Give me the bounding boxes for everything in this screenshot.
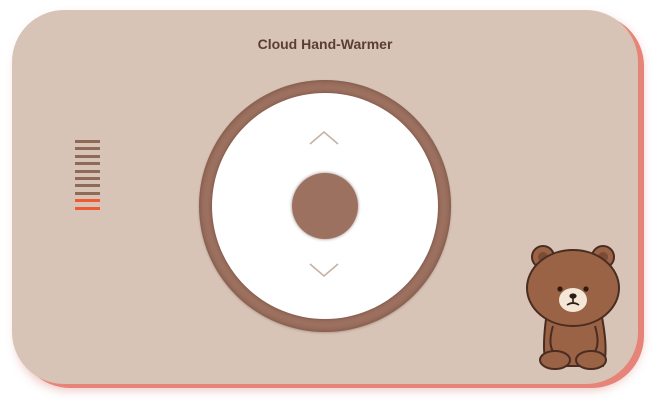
heat-segment <box>75 147 100 151</box>
dial-face <box>212 93 438 319</box>
brown-bear-icon <box>526 245 620 370</box>
hand-warmer-device: Cloud Hand-Warmer <box>12 10 638 384</box>
heat-segment-active <box>75 199 100 203</box>
heat-segment <box>75 154 100 158</box>
control-dial <box>199 80 451 332</box>
heat-segment-active <box>75 206 100 210</box>
device-title: Cloud Hand-Warmer <box>257 36 393 52</box>
heat-segment <box>75 184 100 188</box>
heat-segment <box>75 162 100 166</box>
heat-level-indicator <box>75 140 100 214</box>
heat-segment <box>75 176 100 180</box>
power-button[interactable] <box>292 173 358 239</box>
heat-segment <box>75 140 100 143</box>
heat-segment <box>75 169 100 173</box>
increase-button[interactable] <box>308 128 340 148</box>
heat-segment <box>75 191 100 195</box>
decrease-button[interactable] <box>308 260 340 280</box>
chevron-down-icon <box>309 263 339 278</box>
chevron-up-icon <box>309 130 339 145</box>
